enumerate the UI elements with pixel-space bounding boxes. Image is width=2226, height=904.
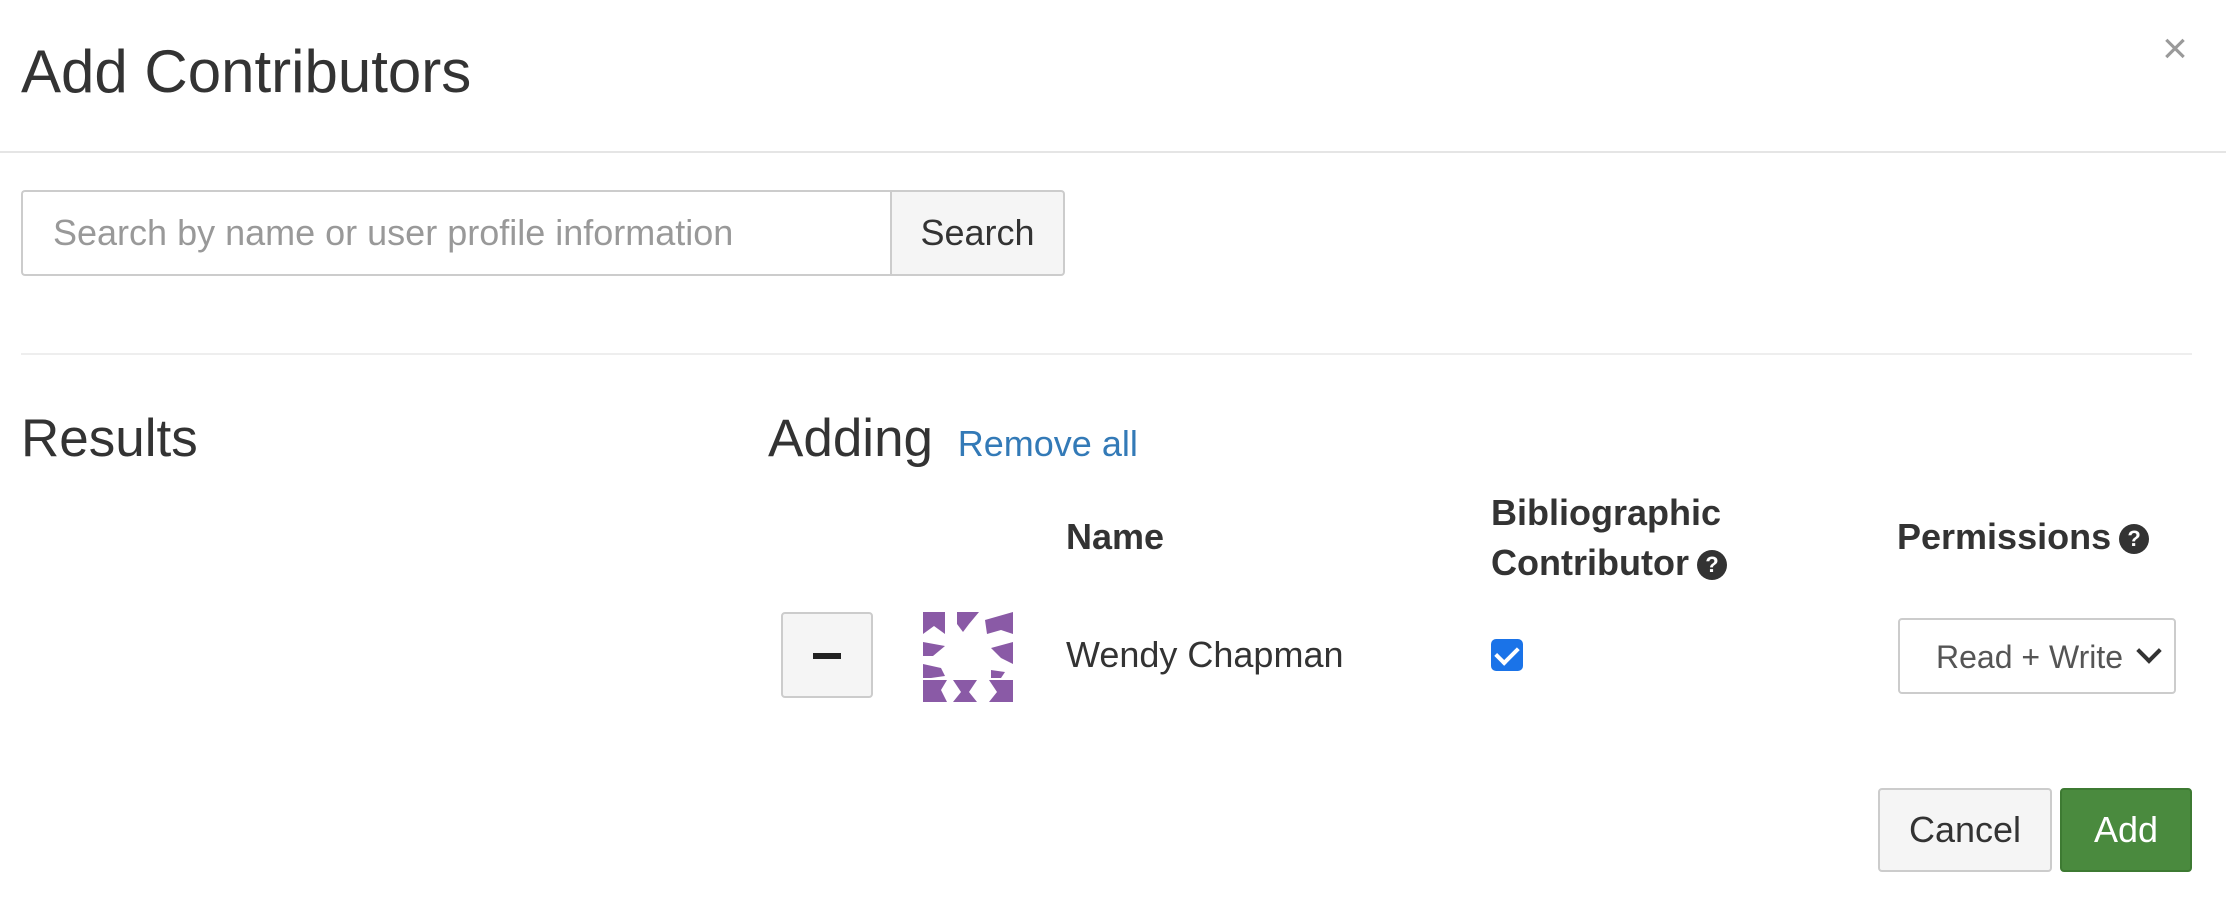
results-heading: Results bbox=[21, 409, 198, 468]
permissions-selected-value: Read + Write bbox=[1936, 639, 2124, 675]
question-circle-icon[interactable]: ? bbox=[1696, 550, 1727, 581]
column-header-bibliographic-label: Bibliographic Contributor bbox=[1491, 492, 1722, 583]
chevron-down-icon bbox=[2136, 638, 2162, 664]
search-button[interactable]: Search bbox=[890, 190, 1065, 276]
column-header-permissions-label: Permissions bbox=[1897, 516, 2112, 557]
bibliographic-checkbox[interactable] bbox=[1491, 639, 1523, 671]
avatar bbox=[923, 612, 1013, 702]
cancel-button[interactable]: Cancel bbox=[1878, 788, 2052, 872]
add-button[interactable]: Add bbox=[2060, 788, 2192, 872]
adding-heading: Adding Remove all bbox=[768, 406, 1138, 477]
section-divider bbox=[21, 353, 2192, 355]
contributor-name: Wendy Chapman bbox=[1066, 634, 1344, 675]
search-group: Search bbox=[21, 190, 1065, 276]
question-circle-icon[interactable]: ? bbox=[2119, 524, 2150, 555]
close-icon[interactable]: × bbox=[2152, 26, 2198, 72]
search-input[interactable] bbox=[21, 190, 890, 276]
modal-title: Add Contributors bbox=[21, 38, 472, 105]
add-contributors-modal: Add Contributors × Search Results Adding… bbox=[0, 0, 2226, 904]
column-header-permissions: Permissions? bbox=[1897, 512, 2150, 562]
adding-heading-label: Adding bbox=[768, 409, 934, 468]
permissions-select[interactable]: Read + Write bbox=[1898, 618, 2176, 694]
column-header-bibliographic: Bibliographic Contributor? bbox=[1491, 488, 1811, 588]
remove-all-link[interactable]: Remove all bbox=[958, 423, 1138, 464]
column-header-name: Name bbox=[1066, 516, 1165, 557]
modal-header: Add Contributors × bbox=[0, 0, 2226, 153]
minus-icon bbox=[813, 653, 841, 659]
remove-contributor-button[interactable] bbox=[781, 612, 873, 698]
checkmark-icon bbox=[1494, 640, 1520, 666]
